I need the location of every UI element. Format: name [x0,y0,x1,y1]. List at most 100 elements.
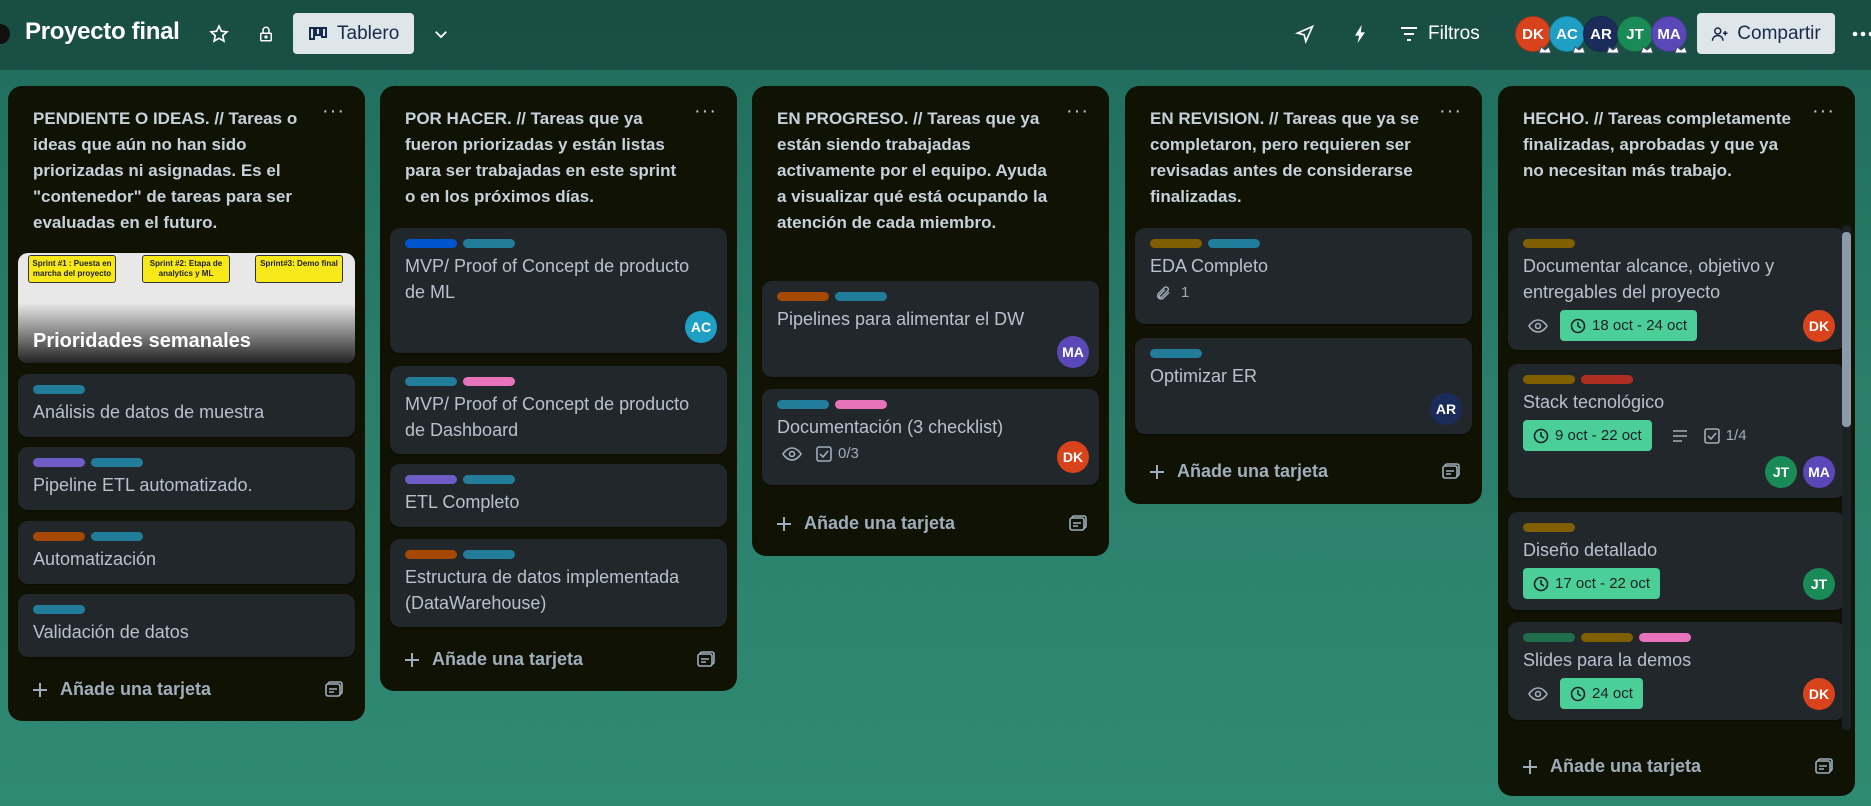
due-date-badge[interactable]: 24 oct [1560,678,1643,709]
label[interactable] [835,400,887,409]
card[interactable]: Slides para la demos 24 oct DK [1508,622,1845,720]
avatar[interactable]: MA [1803,456,1835,488]
card[interactable]: Pipelines para alimentar el DW MA [762,281,1099,377]
card[interactable]: Optimizar ER AR [1135,338,1472,434]
card[interactable]: MVP/ Proof of Concept de producto de ML … [390,228,727,353]
card[interactable]: EDA Completo 1 [1135,228,1472,324]
card[interactable]: Documentar alcance, objetivo y entregabl… [1508,228,1845,350]
add-card-button[interactable]: Añade una tarjeta [32,679,211,700]
list-title[interactable]: EN REVISION. // Tareas que ya se complet… [1125,86,1482,210]
label[interactable] [91,458,143,467]
label[interactable] [33,458,85,467]
list-menu-icon[interactable]: ··· [322,100,345,123]
star-icon[interactable] [205,20,233,48]
label[interactable] [405,239,457,248]
label[interactable] [33,605,85,614]
plus-icon [405,652,419,667]
card[interactable]: Validación de datos [18,594,355,657]
avatar[interactable]: AC [1549,16,1586,54]
card[interactable]: MVP/ Proof of Concept de producto de Das… [390,366,727,454]
label[interactable] [405,475,457,484]
filter-button[interactable]: Filtros [1400,20,1480,48]
avatar[interactable]: DK [1803,678,1835,710]
label[interactable] [405,377,457,386]
power-ups-icon[interactable] [1290,20,1320,48]
card[interactable]: Documentación (3 checklist) 0/3 DK [762,389,1099,485]
card[interactable]: Estructura de datos implementada (DataWa… [390,539,727,627]
due-date-badge[interactable]: 9 oct - 22 oct [1523,420,1652,451]
due-date-badge[interactable]: 18 oct - 24 oct [1560,310,1698,341]
template-icon[interactable] [1442,463,1460,484]
list-title[interactable]: HECHO. // Tareas completamente finalizad… [1498,86,1855,184]
label[interactable] [463,550,515,559]
list-menu-icon[interactable]: ··· [1812,100,1835,123]
label[interactable] [835,292,887,301]
list-menu-icon[interactable]: ··· [694,100,717,123]
board-title[interactable]: Proyecto final [25,18,180,46]
label[interactable] [777,292,829,301]
label[interactable] [91,532,143,541]
add-card-button[interactable]: Añade una tarjeta [776,513,955,534]
add-card-button[interactable]: Añade una tarjeta [1522,756,1701,777]
card[interactable]: Stack tecnológico 9 oct - 22 oct 1/4 JT … [1508,364,1845,498]
label[interactable] [1150,349,1202,358]
label[interactable] [405,550,457,559]
card[interactable]: ETL Completo [390,464,727,527]
card-labels [1523,375,1639,384]
template-icon[interactable] [1815,758,1833,779]
list-scrollbar-thumb[interactable] [1842,232,1851,427]
template-icon[interactable] [1069,515,1087,536]
label[interactable] [1581,375,1633,384]
card[interactable]: Automatización [18,521,355,584]
label[interactable] [1523,375,1575,384]
chevron-down-icon[interactable] [426,20,456,48]
label[interactable] [463,239,515,248]
avatar[interactable]: DK [1803,310,1835,342]
share-button[interactable]: Compartir [1697,13,1835,54]
avatar[interactable]: DK [1057,441,1089,473]
avatar[interactable]: AR [1583,16,1620,54]
add-card-button[interactable]: Añade una tarjeta [404,649,583,670]
avatar[interactable]: DK [1515,16,1552,54]
label[interactable] [1523,523,1575,532]
label[interactable] [1523,239,1575,248]
watch-icon [1528,318,1548,333]
label[interactable] [463,377,515,386]
list-menu-icon[interactable]: ··· [1066,100,1089,123]
view-switcher-button[interactable]: Tablero [293,13,414,54]
label[interactable] [1581,633,1633,642]
card-title: Documentar alcance, objetivo y entregabl… [1523,256,1775,302]
list-menu-icon[interactable]: ··· [1439,100,1462,123]
avatar[interactable]: MA [1651,16,1688,54]
card-labels [777,292,893,301]
label[interactable] [1208,239,1260,248]
list-title[interactable]: POR HACER. // Tareas que ya fueron prior… [380,86,737,210]
avatar[interactable]: JT [1803,568,1835,600]
label[interactable] [1639,633,1691,642]
card-cover-prioridades[interactable]: Sprint #1 : Puesta en marcha del proyect… [18,253,355,363]
add-card-button[interactable]: Añade una tarjeta [1149,461,1328,482]
card[interactable]: Diseño detallado 17 oct - 22 oct JT [1508,512,1845,610]
avatar[interactable]: AR [1430,393,1462,425]
label[interactable] [1523,633,1575,642]
template-icon[interactable] [697,651,715,672]
list-title[interactable]: EN PROGRESO. // Tareas que ya están sien… [752,86,1109,236]
lock-icon[interactable] [252,20,280,48]
avatar[interactable]: JT [1617,16,1654,54]
template-icon[interactable] [325,681,343,702]
list-title[interactable]: PENDIENTE O IDEAS. // Tareas o ideas que… [8,86,365,236]
label[interactable] [1150,239,1202,248]
label[interactable] [33,532,85,541]
automation-icon[interactable] [1345,20,1375,48]
card[interactable]: Pipeline ETL automatizado. [18,447,355,510]
label[interactable] [777,400,829,409]
avatar[interactable]: AC [685,311,717,343]
card[interactable]: Análisis de datos de muestra [18,374,355,437]
workspace-avatar[interactable] [0,24,10,44]
more-icon[interactable] [1848,20,1871,48]
label[interactable] [33,385,85,394]
avatar[interactable]: MA [1057,336,1089,368]
label[interactable] [463,475,515,484]
avatar[interactable]: JT [1765,456,1797,488]
due-date-badge[interactable]: 17 oct - 22 oct [1523,568,1661,599]
